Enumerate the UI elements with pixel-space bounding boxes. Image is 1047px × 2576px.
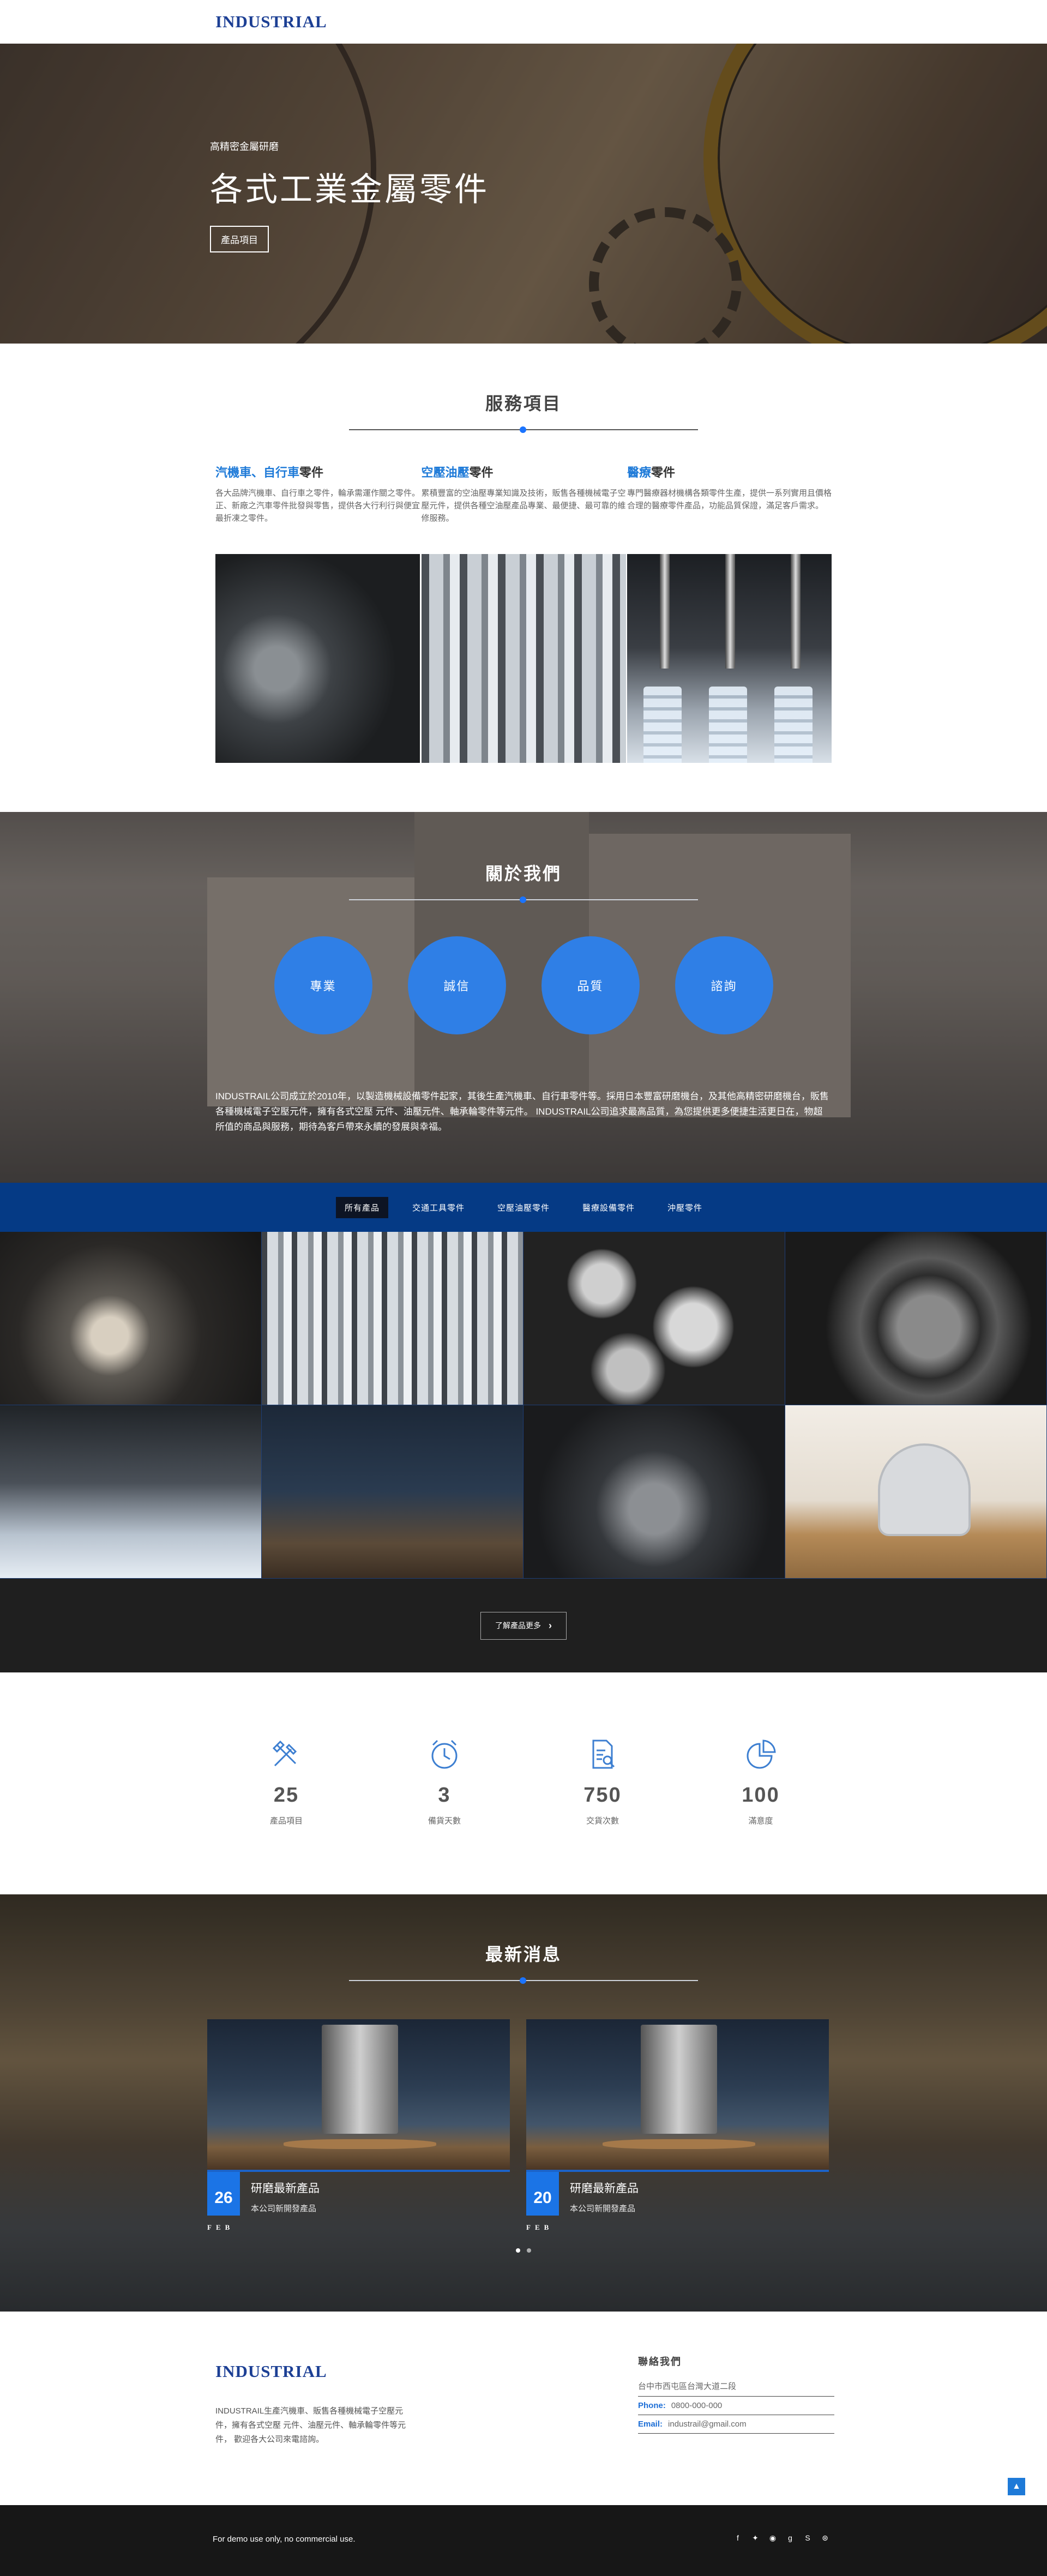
contact-title: 聯絡我們 — [638, 2356, 682, 2367]
service-description: 各大品牌汽機車、自行車之零件，輪承需運作關之零件。正、新廠之汽車零件批發與零售，… — [215, 489, 420, 523]
section-divider — [349, 426, 698, 433]
news-section: 最新消息 26 FEB 研磨最新產品 本公司新開發產品 20 FEB 研磨最新產… — [0, 1894, 1047, 2312]
carousel-dots — [207, 2248, 840, 2253]
news-card[interactable]: 26 FEB 研磨最新產品 本公司新開發產品 — [207, 2019, 510, 2231]
footer-about: INDUSTRAIL生產汽機車、販售各種機械電子空壓元件，擁有各式空壓 元件、油… — [215, 2406, 406, 2444]
news-title[interactable]: 研磨最新產品 — [570, 2180, 639, 2196]
portfolio-item-cassette[interactable] — [524, 1405, 785, 1579]
portfolio-item-gears[interactable] — [524, 1232, 785, 1405]
section-title: 最新消息 — [485, 1945, 562, 1964]
hero-title: 各式工業金屬零件 — [210, 171, 489, 208]
contact-address: 台中市西屯區台灣大道二段 — [638, 2376, 834, 2397]
hero-products-button[interactable]: 產品項目 — [210, 226, 269, 252]
value-circle-quality: 品質 — [541, 936, 640, 1034]
value-circle-professional: 專業 — [274, 936, 372, 1034]
carousel-dot[interactable] — [516, 2248, 520, 2253]
filter-medical[interactable]: 醫療設備零件 — [574, 1197, 643, 1218]
stat-label: 滿意度 — [748, 1816, 773, 1826]
site-logo[interactable]: INDUSTRIAL — [215, 12, 327, 32]
service-image-pipes[interactable] — [421, 554, 626, 763]
pie-chart-icon — [747, 1740, 776, 1769]
filter-vehicle-parts[interactable]: 交通工具零件 — [404, 1197, 473, 1218]
back-to-top-icon[interactable]: ▲ — [1008, 2478, 1025, 2495]
portfolio-section: 所有產品 交通工具零件 空壓油壓零件 醫療設備零件 沖壓零件 了解產品更多 › — [0, 1183, 1047, 1672]
portfolio-item-medical-machine[interactable] — [785, 1405, 1047, 1579]
service-heading: 空壓油壓零件 — [421, 466, 494, 479]
service-heading: 醫療零件 — [627, 466, 676, 479]
footer-contact: 聯絡我們 台中市西屯區台灣大道二段 Phone: 0800-000-000 Ema… — [638, 2354, 834, 2434]
site-header: INDUSTRIAL — [0, 0, 1047, 44]
portfolio-item-pipes[interactable] — [262, 1232, 524, 1405]
section-divider — [349, 896, 698, 903]
stat-label: 備貨天數 — [428, 1816, 461, 1826]
about-description: INDUSTRAIL公司成立於2010年，以製造機械設備零件起家，其後生產汽機車… — [215, 1091, 829, 1132]
stat-value: 3 — [438, 1784, 451, 1807]
section-title: 關於我們 — [485, 864, 562, 883]
more-products-button[interactable]: 了解產品更多 › — [480, 1611, 567, 1640]
stat-value: 750 — [583, 1784, 622, 1807]
hero-subtitle: 高精密金屬研磨 — [210, 141, 279, 152]
stat-item: 100 滿意度 — [682, 1735, 840, 1826]
footer-logo[interactable]: INDUSTRIAL — [215, 2362, 327, 2381]
news-summary: 本公司新開發產品 — [570, 2204, 636, 2213]
portfolio-grid — [0, 1232, 1047, 1579]
news-date: 26 FEB — [207, 2172, 240, 2231]
portfolio-filter-bar: 所有產品 交通工具零件 空壓油壓零件 醫療設備零件 沖壓零件 — [0, 1183, 1047, 1232]
filter-pneumatic-hydraulic[interactable]: 空壓油壓零件 — [489, 1197, 558, 1218]
news-card[interactable]: 20 FEB 研磨最新產品 本公司新開發產品 — [526, 2019, 829, 2231]
stat-label: 產品項目 — [269, 1816, 303, 1826]
contact-email: Email: industrail@gmail.com — [638, 2415, 834, 2434]
service-card: 空壓油壓零件 累積豐富的空油壓專業知識及技術，販售各種機械電子空壓元件，提供各種… — [421, 463, 626, 763]
service-description: 累積豐富的空油壓專業知識及技術，販售各種機械電子空壓元件，提供各種空油壓產品專業… — [421, 489, 626, 523]
stat-value: 25 — [273, 1784, 299, 1807]
hero-banner: 高精密金屬研磨 各式工業金屬零件 產品項目 — [0, 44, 1047, 344]
news-summary: 本公司新開發產品 — [251, 2204, 317, 2213]
copyright: For demo use only, no commercial use. — [213, 2535, 356, 2544]
stat-item: 750 交貨次數 — [524, 1735, 682, 1826]
service-heading: 汽機車、自行車零件 — [215, 466, 324, 479]
news-title[interactable]: 研磨最新產品 — [251, 2180, 320, 2196]
service-card: 醫療零件 專門醫療器材機構各類零件生產，提供一系列實用且價格合理的醫療零件產品，… — [627, 463, 832, 763]
portfolio-item-press[interactable] — [262, 1405, 524, 1579]
about-section: 關於我們 專業 誠信 品質 諮詢 INDUSTRAIL公司成立於2010年，以製… — [0, 812, 1047, 1183]
news-image[interactable] — [526, 2019, 829, 2172]
stat-value: 100 — [742, 1784, 780, 1807]
clock-icon — [431, 1740, 458, 1769]
portfolio-item-gear-wheel[interactable] — [785, 1232, 1047, 1405]
document-icon — [592, 1740, 615, 1769]
bottom-bar: ▲ For demo use only, no commercial use. … — [0, 2478, 1047, 2576]
stats-section: 25 產品項目 3 備貨天數 750 交貨次數 100 滿意度 — [0, 1672, 1047, 1894]
value-circle-integrity: 誠信 — [407, 936, 506, 1034]
filter-stamping[interactable]: 沖壓零件 — [659, 1197, 711, 1218]
section-title: 服務項目 — [485, 394, 562, 413]
tools-icon — [272, 1740, 297, 1767]
filter-all[interactable]: 所有產品 — [335, 1196, 388, 1218]
site-footer: INDUSTRIAL INDUSTRAIL生產汽機車、販售各種機械電子空壓元件，… — [0, 2312, 1047, 2505]
service-image-motorcycle[interactable] — [215, 554, 420, 763]
service-description: 專門醫療器材機構各類零件生產，提供一系列實用且價格合理的醫療零件產品，功能品質保… — [627, 489, 832, 510]
stat-item: 25 產品項目 — [207, 1735, 365, 1826]
stat-item: 3 備貨天數 — [365, 1735, 524, 1826]
section-divider — [349, 1977, 698, 1984]
chevron-right-icon: › — [549, 1620, 552, 1631]
portfolio-item-vials[interactable] — [0, 1405, 262, 1579]
service-card: 汽機車、自行車零件 各大品牌汽機車、自行車之零件，輪承需運作關之零件。正、新廠之… — [215, 463, 420, 763]
value-circle-consulting: 諮詢 — [675, 936, 773, 1034]
service-image-medical[interactable] — [627, 554, 832, 763]
carousel-dot[interactable] — [527, 2248, 531, 2253]
stat-label: 交貨次數 — [586, 1816, 619, 1826]
contact-phone: Phone: 0800-000-000 — [638, 2397, 834, 2415]
news-image[interactable] — [207, 2019, 510, 2172]
portfolio-item-disc-brake[interactable] — [0, 1232, 262, 1405]
services-section: 服務項目 汽機車、自行車零件 各大品牌汽機車、自行車之零件，輪承需運作關之零件。… — [0, 344, 1047, 812]
news-date: 20 FEB — [526, 2172, 559, 2231]
